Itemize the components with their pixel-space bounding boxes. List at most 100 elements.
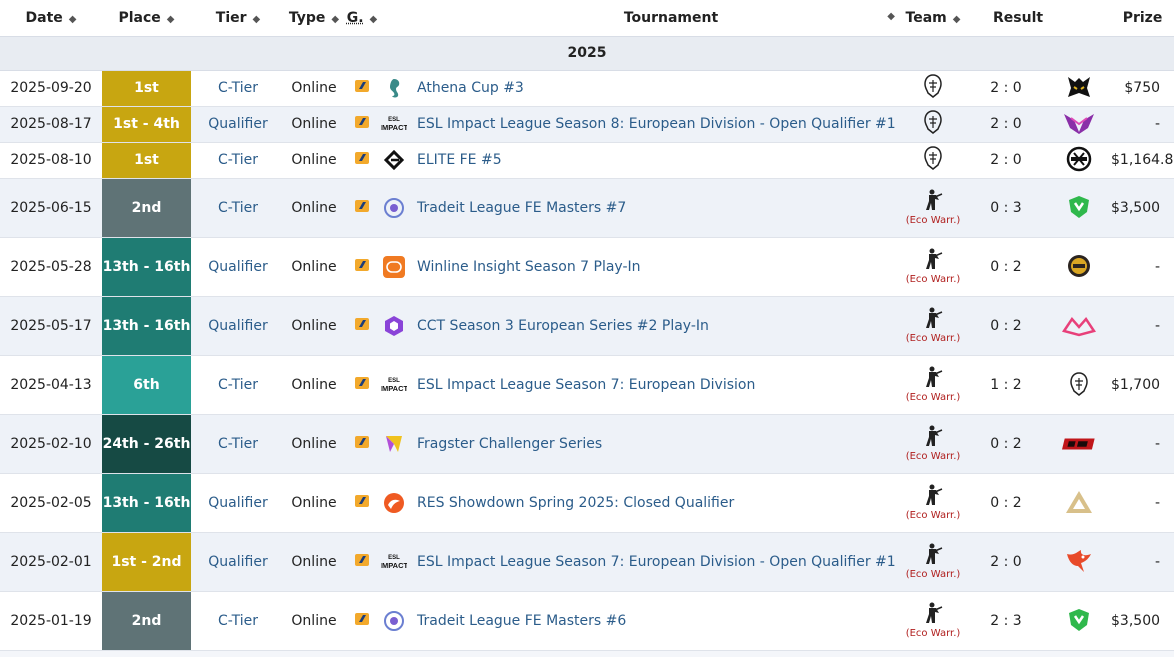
counter-strike-game-icon [354,114,370,130]
gold-badge-icon[interactable] [1062,251,1096,281]
tier-link[interactable]: Qualifier [208,495,267,511]
counter-strike-game-icon [354,493,370,509]
tier-link[interactable]: Qualifier [208,259,267,275]
pink-crown-icon[interactable] [1062,311,1096,341]
tier-cell[interactable]: Qualifier [191,237,285,296]
tournament-link[interactable]: Athena Cup #3 [417,80,524,96]
tournament-link[interactable]: ESL Impact League Season 8: European Div… [417,116,896,132]
seahorse-icon[interactable] [381,75,407,101]
gold-fox-icon[interactable] [1062,72,1096,102]
type-cell: Online [291,612,337,629]
tier-cell[interactable]: C-Tier [191,414,285,473]
tournament-link[interactable]: Fragster Challenger Series [417,436,602,452]
esl-impact-icon[interactable]: ESL IMPACT [381,549,407,575]
esl-impact-icon[interactable]: ESL IMPACT [381,372,407,398]
tier-cell[interactable]: Qualifier [191,296,285,355]
eco-warriors-team[interactable]: (Eco Warr.) [901,484,965,521]
prize-cell: - [1154,258,1161,275]
tier-link[interactable]: C-Tier [218,152,258,168]
sort-icon[interactable]: ◆ [331,14,339,25]
tradeit-icon[interactable] [381,195,407,221]
place-cell: 2nd [102,591,191,650]
tier-cell[interactable]: Qualifier [191,532,285,591]
eco-warriors-team[interactable]: (Eco Warr.) [901,425,965,462]
tier-cell[interactable]: C-Tier [191,178,285,237]
table-row: 2025-05-28 13th - 16th Qualifier Online Winl… [0,237,1174,296]
tournament-link[interactable]: ELITE FE #5 [417,152,502,168]
date-cell: 2025-02-05 [10,494,92,511]
tier-link[interactable]: Qualifier [208,116,267,132]
tier-cell[interactable]: C-Tier [191,70,285,106]
winline-icon[interactable] [381,254,407,280]
esl-impact-icon[interactable]: ESL IMPACT [381,111,407,137]
eco-warriors-team[interactable]: (Eco Warr.) [901,543,965,580]
tournament-link[interactable]: ESL Impact League Season 7: European Div… [417,377,755,393]
sort-icon[interactable]: ◆ [370,14,378,25]
green-shield-icon[interactable] [1062,192,1096,222]
triangle-logo-icon[interactable] [1062,487,1096,517]
tournament-link[interactable]: RES Showdown Spring 2025: Closed Qualifi… [417,495,734,511]
big-icon[interactable] [1062,369,1096,399]
sort-icon[interactable]: ◆ [953,14,961,25]
eco-warriors-team[interactable]: (Eco Warr.) [901,307,965,344]
header-tournament[interactable]: Tournament ◆ [381,0,901,37]
green-shield-icon[interactable] [1062,605,1096,635]
res-icon[interactable] [381,490,407,516]
eco-warriors-team[interactable]: (Eco Warr.) [901,366,965,403]
elite-icon[interactable] [381,147,407,173]
sort-icon[interactable]: ◆ [887,11,895,22]
header-place[interactable]: Place ◆ [102,0,191,37]
big-team-icon[interactable] [923,110,943,138]
header-team[interactable]: Team ◆ [901,0,965,37]
tier-cell[interactable]: C-Tier [191,142,285,178]
tier-cell[interactable]: Qualifier [191,106,285,142]
ninja-icon[interactable] [1062,144,1096,174]
big-team-icon[interactable] [923,146,943,174]
eco-warriors-team[interactable]: (Eco Warr.) [901,248,965,285]
counter-strike-game-icon [354,611,370,627]
sort-icon[interactable]: ◆ [253,14,261,25]
soldier-icon [923,307,943,333]
tier-link[interactable]: C-Tier [218,80,258,96]
tournament-link[interactable]: Winline Insight Season 7 Play-In [417,259,641,275]
red-banner-icon[interactable] [1062,429,1096,459]
team-cell [901,70,965,106]
team-cell: (Eco Warr.) [901,355,965,414]
tier-link[interactable]: C-Tier [218,377,258,393]
table-row: 2025-06-15 2nd C-Tier Online Tradeit League … [0,178,1174,237]
big-team-icon[interactable] [923,74,943,102]
tier-cell[interactable]: C-Tier [191,355,285,414]
fragster-icon[interactable] [381,431,407,457]
purple-wing-icon[interactable] [1062,108,1096,138]
svg-text:IMPACT: IMPACT [381,123,407,132]
tier-link[interactable]: Qualifier [208,318,267,334]
tier-link[interactable]: C-Tier [218,436,258,452]
tier-link[interactable]: C-Tier [218,200,258,216]
sort-icon[interactable]: ◆ [69,14,77,25]
result-cell: 0 : 2 [990,317,1022,334]
tradeit-icon[interactable] [381,608,407,634]
tournament-link[interactable]: Tradeit League FE Masters #7 [417,200,626,216]
tournament-link[interactable]: ESL Impact League Season 7: European Div… [417,554,896,570]
phoenix-icon[interactable] [1062,546,1096,576]
tier-link[interactable]: Qualifier [208,554,267,570]
header-tier[interactable]: Tier ◆ [191,0,285,37]
tournament-link[interactable]: Tradeit League FE Masters #6 [417,613,626,629]
eco-warriors-team[interactable]: (Eco Warr.) [901,602,965,639]
tier-cell[interactable]: C-Tier [191,591,285,650]
type-cell: Online [291,80,337,96]
team-cell [901,106,965,142]
cct-icon[interactable] [381,313,407,339]
tier-link[interactable]: C-Tier [218,613,258,629]
header-date[interactable]: Date ◆ [0,0,102,37]
tier-cell[interactable]: Qualifier [191,473,285,532]
opponent-cell [1047,178,1111,237]
header-type[interactable]: Type ◆ [285,0,343,37]
tournament-link[interactable]: CCT Season 3 European Series #2 Play-In [417,318,709,334]
sort-icon[interactable]: ◆ [167,14,175,25]
eco-warriors-team[interactable]: (Eco Warr.) [901,189,965,226]
header-game[interactable]: G. ◆ [343,0,381,37]
type-cell: Online [291,199,337,216]
soldier-icon [923,425,943,451]
tournament-cell: Tradeit League FE Masters #7 [381,178,901,237]
